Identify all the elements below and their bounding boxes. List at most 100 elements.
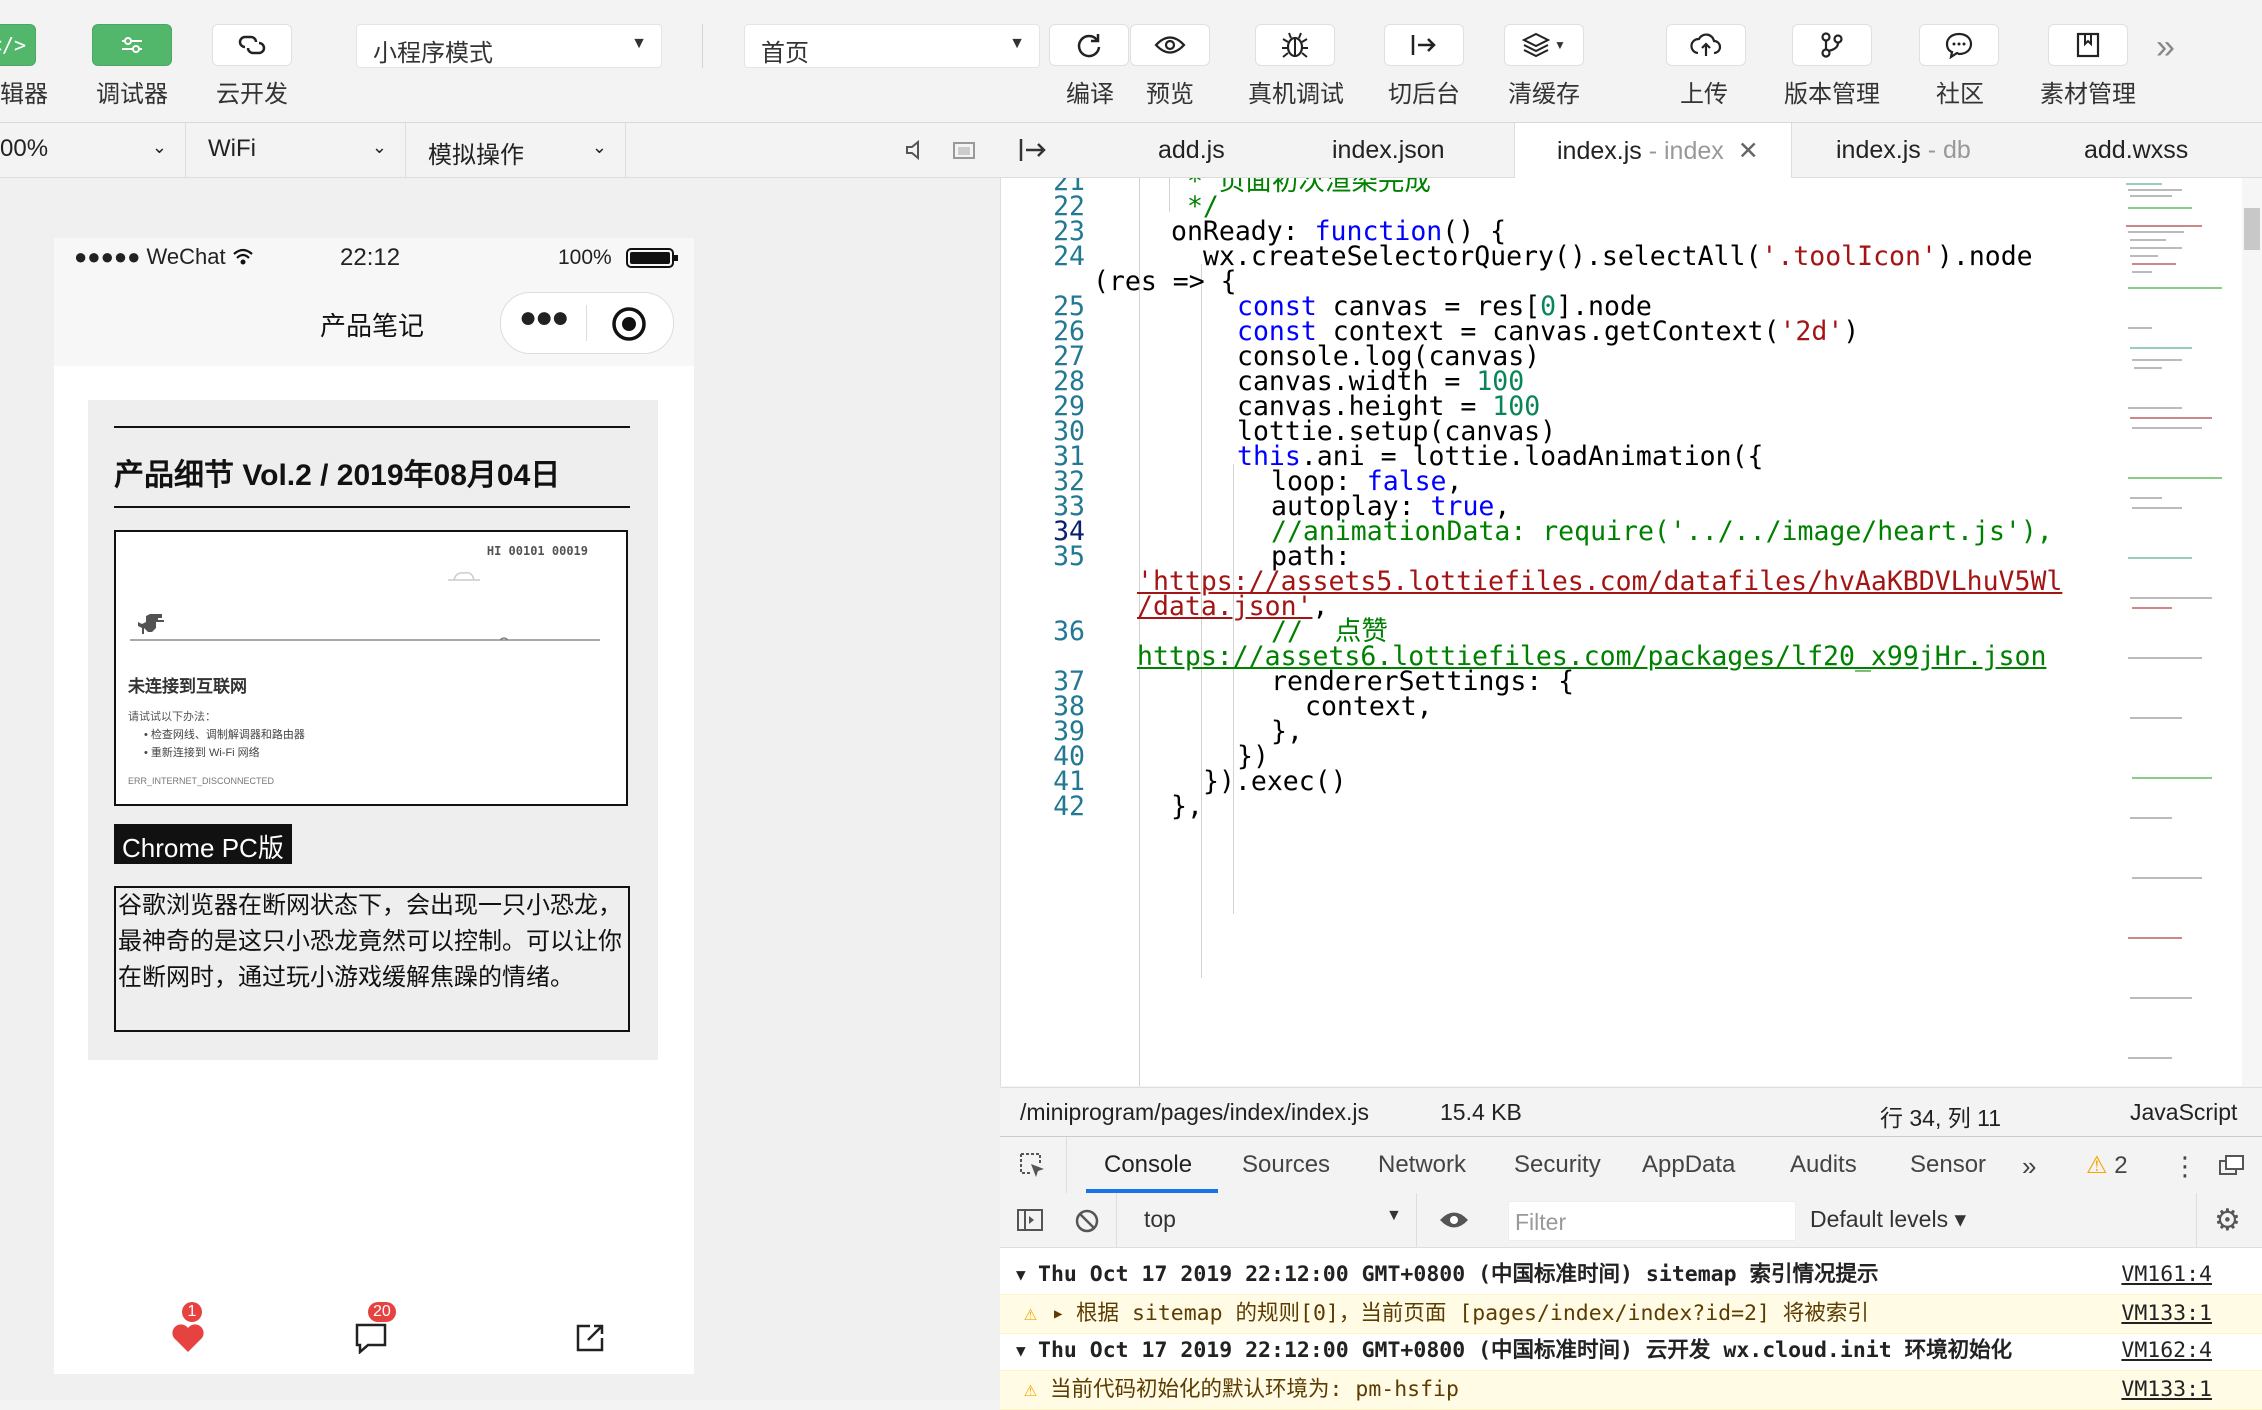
book-icon <box>2076 32 2100 58</box>
toolbar-more-icon[interactable]: » <box>2156 28 2175 67</box>
preview-button[interactable] <box>1130 24 1210 66</box>
code-text: }, <box>1171 791 1203 822</box>
tab-console[interactable]: Console <box>1104 1151 1192 1179</box>
tab-add-wxss[interactable]: add.wxss <box>2084 123 2188 177</box>
devtools-divider <box>1066 1137 1067 1193</box>
tab-add-js[interactable]: add.js <box>1158 123 1225 177</box>
network-value: WiFi <box>208 135 256 162</box>
code-editor[interactable]: 21 * 页面初次渲染完成 22 */ 23 onReady: function(… <box>1000 178 2262 1086</box>
minimap-canvas <box>2126 183 2222 1059</box>
tab-index-json[interactable]: index.json <box>1332 123 1445 177</box>
editor-minimap[interactable] <box>2122 178 2242 1086</box>
wifi-icon <box>233 248 253 265</box>
caret-down-icon: ▼ <box>1009 35 1025 52</box>
capsule-divider <box>586 305 587 341</box>
assets-button[interactable] <box>2048 24 2128 66</box>
console-group-row[interactable]: ▼ Thu Oct 17 2019 22:12:00 GMT+0800 (中国标… <box>1000 1256 2262 1294</box>
dino-error-code: ERR_INTERNET_DISCONNECTED <box>128 776 275 786</box>
cloud-dev-button[interactable] <box>212 24 292 66</box>
console-toolbar: top ▼ Filter Default levels ▾ ⚙ <box>1000 1193 2262 1248</box>
inspect-element-icon[interactable] <box>1018 1151 1046 1179</box>
console-source-link[interactable]: VM161:4 <box>2121 1256 2212 1294</box>
chevron-down-icon: ⌄ <box>591 137 607 157</box>
console-source-link[interactable]: VM133:1 <box>2121 1295 2212 1333</box>
close-miniprogram-icon[interactable] <box>611 306 647 342</box>
page-select[interactable]: 首页 ▼ <box>744 24 1040 68</box>
live-expression-eye-icon[interactable] <box>1438 1209 1470 1231</box>
simulate-select[interactable]: 模拟操作 ⌄ <box>406 123 626 177</box>
background-switch-label: 切后台 <box>1388 81 1460 108</box>
expand-triangle-icon[interactable]: ▼ <box>1016 1256 1026 1294</box>
more-tabs-icon[interactable]: » <box>2022 1151 2036 1182</box>
log-levels-select[interactable]: Default levels ▾ <box>1810 1206 1966 1233</box>
tab-index-js-db[interactable]: index.js - db <box>1836 123 1971 177</box>
cursor-position[interactable]: 行 34, 列 11 <box>1880 1099 2001 1133</box>
tab-security[interactable]: Security <box>1514 1151 1601 1179</box>
console-filter-input[interactable]: Filter <box>1508 1201 1796 1241</box>
community-button[interactable] <box>1919 24 1999 66</box>
console-warning-row[interactable]: ⚠ ▶ 根据 sitemap 的规则[0]，当前页面 [pages/index/… <box>1000 1294 2262 1334</box>
dino-tip-1: • 检查网线、调制解调器和路由器 <box>144 729 305 741</box>
bug-icon <box>1282 32 1308 58</box>
toggle-file-tree-icon[interactable] <box>1018 137 1048 163</box>
tab-audits[interactable]: Audits <box>1790 1151 1857 1179</box>
more-dots-icon[interactable]: ●●● <box>519 301 569 335</box>
network-select[interactable]: WiFi ⌄ <box>186 123 406 177</box>
phone-screen: ●●●●● WeChat 22:12 100% 产品笔记 ●●● 产品细节 Vo… <box>54 238 694 1374</box>
device-debug-button[interactable] <box>1255 24 1335 66</box>
upload-button[interactable] <box>1666 24 1746 66</box>
page-select-value: 首页 <box>761 40 809 67</box>
editor-toggle-button[interactable]: </> <box>0 24 36 66</box>
version-button[interactable] <box>1792 24 1872 66</box>
caret-down-icon: ▼ <box>631 35 647 52</box>
console-warning-row[interactable]: ⚠ 当前代码初始化的默认环境为: pm-hsfip VM133:1 <box>1000 1370 2262 1410</box>
chevron-down-icon: ⌄ <box>371 137 387 157</box>
expand-triangle-icon[interactable]: ▼ <box>1016 1332 1026 1370</box>
tab-appdata[interactable]: AppData <box>1642 1151 1735 1179</box>
debugger-toggle-button[interactable] <box>92 24 172 66</box>
tab-index-js-db-suffix: - db <box>1920 136 1971 164</box>
context-select[interactable]: top ▼ <box>1128 1193 1408 1247</box>
like-button[interactable]: 1 <box>170 1302 210 1362</box>
warning-counter[interactable]: ⚠ 2 <box>2086 1151 2128 1180</box>
console-source-link[interactable]: VM133:1 <box>2121 1371 2212 1409</box>
console-group-row[interactable]: ▼ Thu Oct 17 2019 22:12:00 GMT+0800 (中国标… <box>1000 1332 2262 1370</box>
switch-bg-icon <box>1411 35 1436 55</box>
comment-icon <box>355 1323 387 1355</box>
upload-cloud-icon <box>1690 33 1722 56</box>
gear-icon[interactable]: ⚙ <box>2214 1203 2241 1238</box>
clear-console-icon[interactable] <box>1074 1208 1100 1234</box>
compile-button[interactable] <box>1049 24 1129 66</box>
tab-network[interactable]: Network <box>1378 1151 1466 1179</box>
editor-scroll-thumb[interactable] <box>2244 208 2260 250</box>
dino-screenshot: HI 00101 00019 未连接到互联网 请试试以下办法： • 检查网线、调… <box>114 530 628 806</box>
tab-sources[interactable]: Sources <box>1242 1151 1330 1179</box>
comment-button[interactable]: 20 <box>354 1302 396 1362</box>
divider <box>1116 1193 1117 1247</box>
cloud-icon <box>448 571 480 581</box>
share-button[interactable] <box>574 1322 614 1362</box>
like-count-badge: 1 <box>182 1302 202 1322</box>
editor-scrollbar[interactable] <box>2242 178 2262 1086</box>
mute-icon[interactable] <box>904 139 926 161</box>
console-source-link[interactable]: VM162:4 <box>2121 1332 2212 1370</box>
mode-select[interactable]: 小程序模式 ▼ <box>356 24 662 68</box>
nav-title: 产品笔记 <box>320 311 425 341</box>
background-switch-button[interactable] <box>1384 24 1464 66</box>
mode-select-value: 小程序模式 <box>373 40 493 67</box>
expand-triangle-icon[interactable]: ▶ <box>1054 1295 1062 1333</box>
detach-window-icon[interactable] <box>952 139 978 161</box>
sidebar-toggle-icon[interactable] <box>1016 1208 1044 1232</box>
clear-cache-button[interactable]: ▼ <box>1504 24 1584 66</box>
close-tab-icon[interactable]: ✕ <box>1738 137 1759 165</box>
product-description: 谷歌浏览器在断网状态下，会出现一只小恐龙，最神奇的是这只小恐龙竟然可以控制。可以… <box>114 886 630 1032</box>
tab-sensor[interactable]: Sensor <box>1910 1151 1986 1179</box>
kebab-menu-icon[interactable]: ⋮ <box>2172 1151 2198 1182</box>
tab-index-js-index[interactable]: index.js - index ✕ <box>1514 123 1792 178</box>
cloud-dev-label: 云开发 <box>216 81 288 108</box>
git-branch-icon <box>1821 32 1843 58</box>
language-mode[interactable]: JavaScript <box>2130 1099 2237 1126</box>
undock-icon[interactable] <box>2218 1153 2246 1177</box>
warning-icon: ⚠ <box>2086 1152 2108 1179</box>
zoom-select[interactable]: 00% ⌄ <box>0 123 186 177</box>
